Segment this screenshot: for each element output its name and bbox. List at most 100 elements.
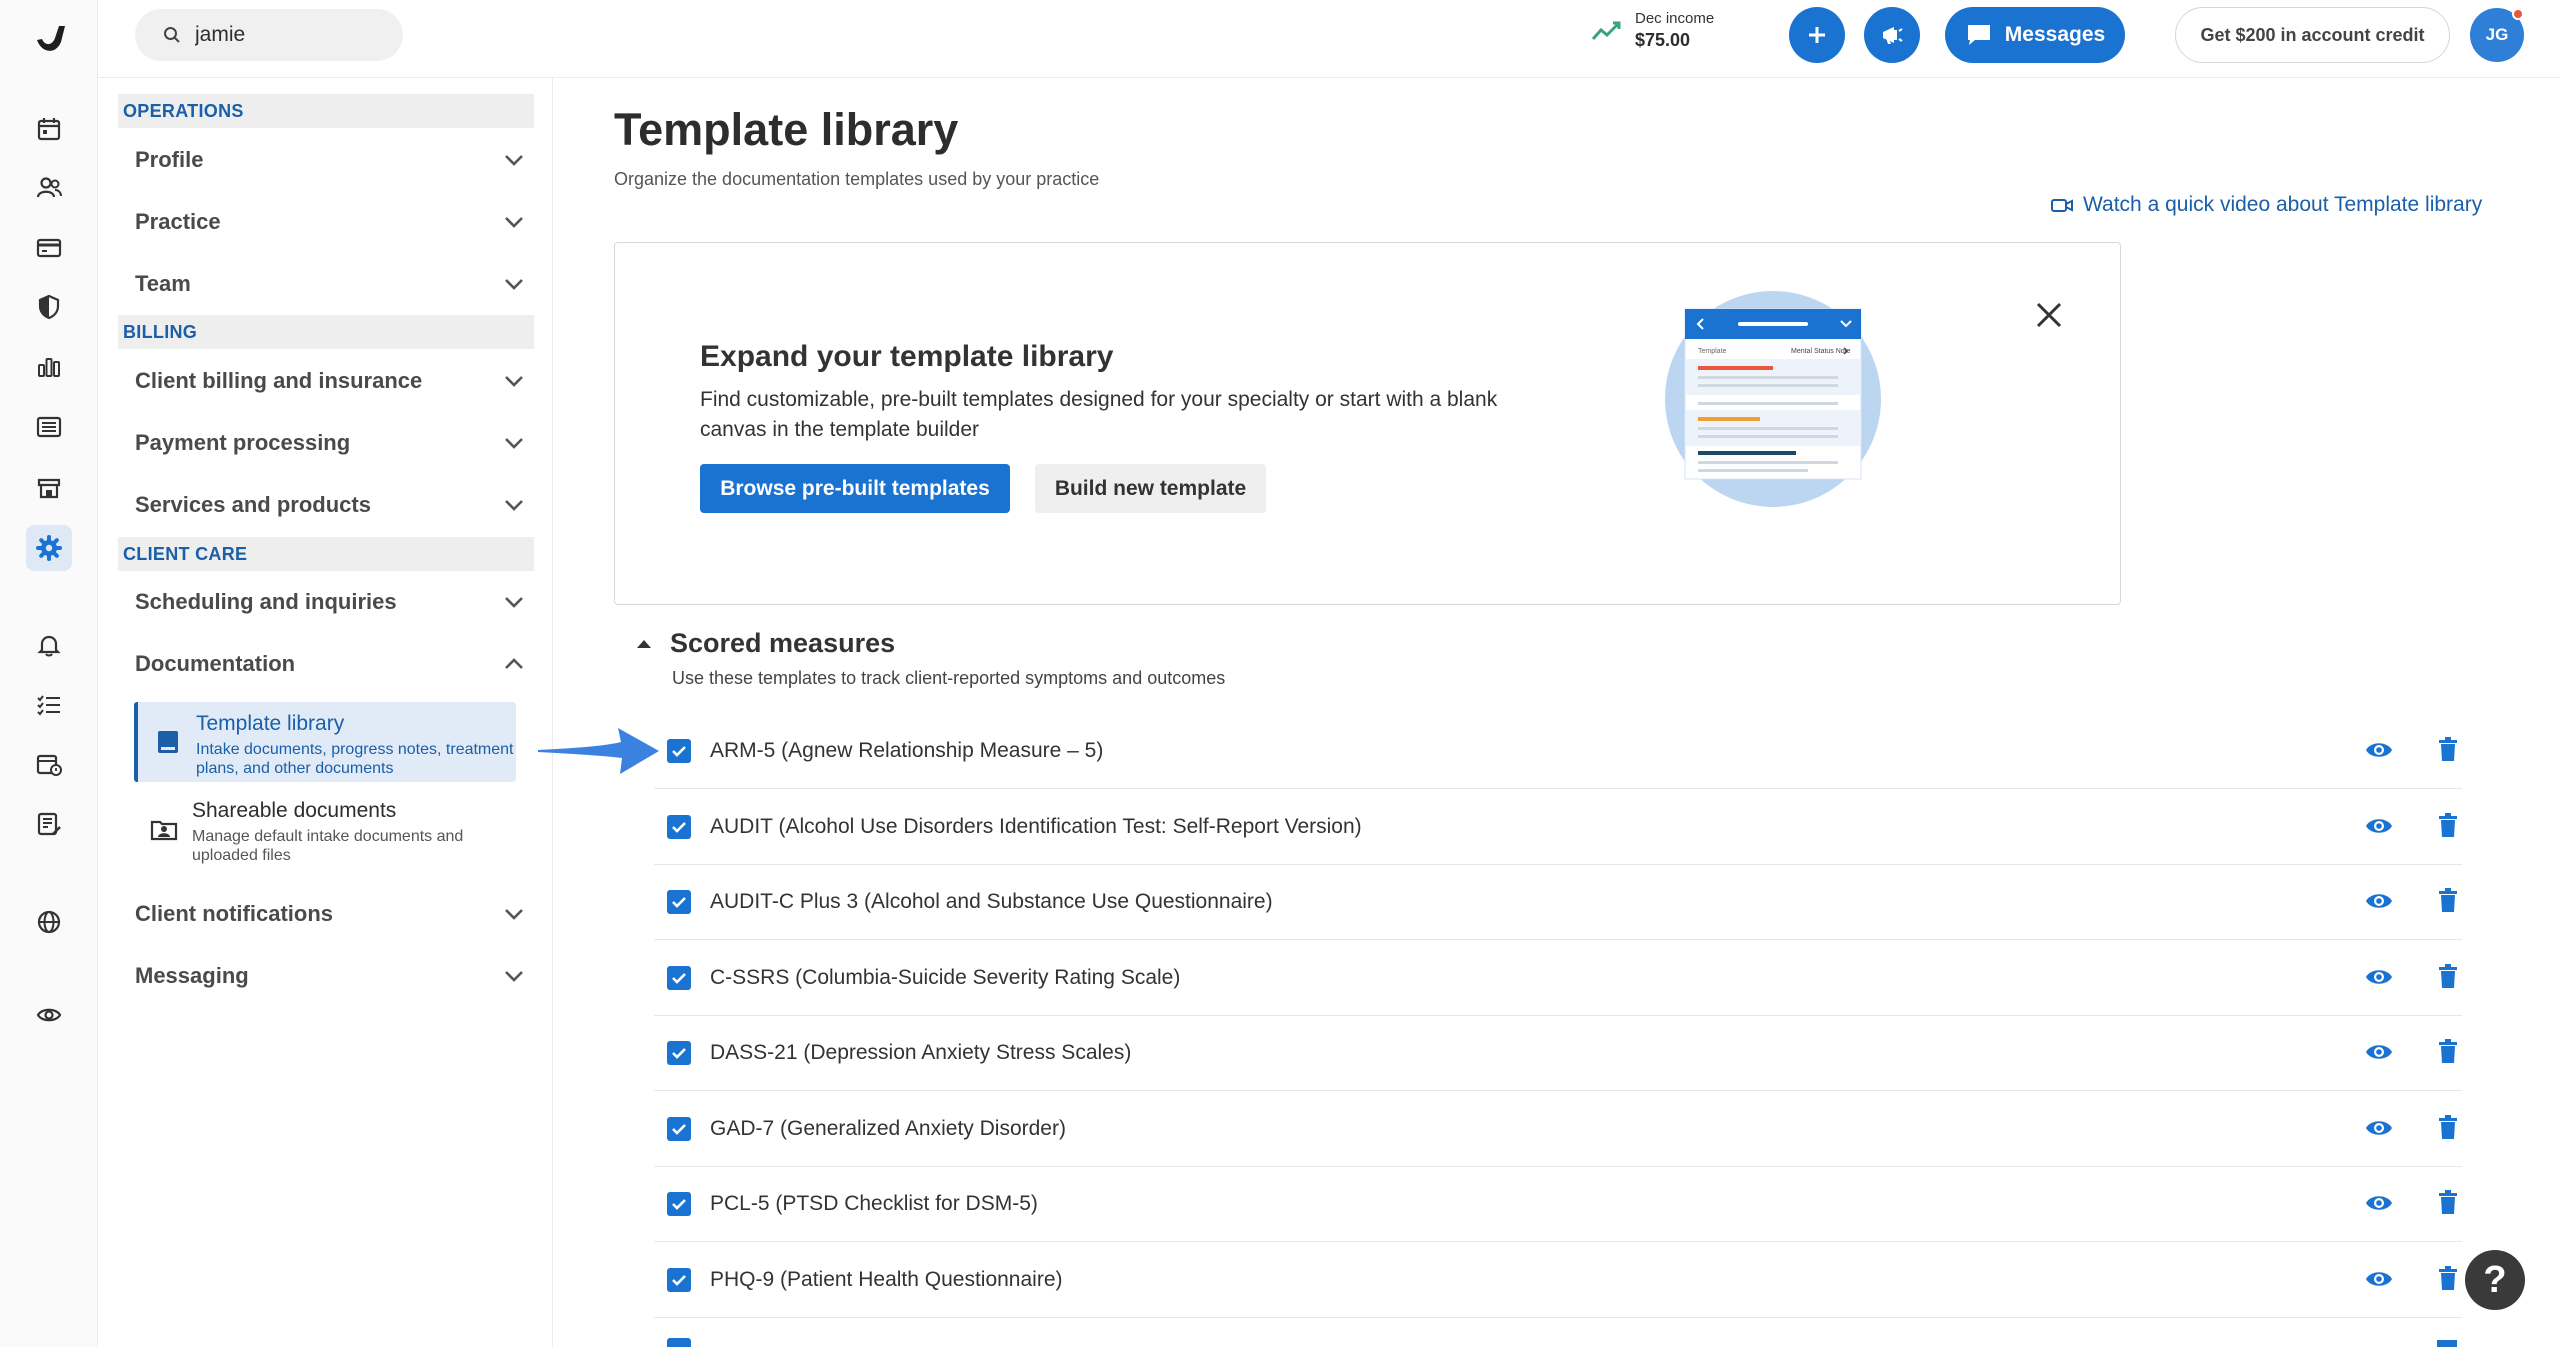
settings-gear-icon[interactable] — [26, 525, 72, 571]
avatar[interactable]: JG — [2470, 8, 2524, 62]
delete-trash-icon[interactable] — [2437, 1189, 2459, 1215]
chevron-down-icon — [505, 909, 523, 920]
sidebar-item-messaging[interactable]: Messaging — [135, 956, 525, 996]
sidebar-item-label: Profile — [135, 147, 204, 172]
search-box[interactable] — [135, 9, 403, 61]
delete-trash-icon[interactable] — [2437, 963, 2459, 989]
template-checkbox[interactable] — [667, 1041, 691, 1065]
search-input[interactable] — [195, 23, 395, 47]
delete-trash-icon[interactable] — [2437, 812, 2459, 838]
globe-icon[interactable] — [26, 899, 72, 945]
template-name: C-SSRS (Columbia-Suicide Severity Rating… — [710, 965, 1181, 989]
chat-bubble-icon — [1967, 25, 1990, 45]
promo-title: Expand your template library — [700, 340, 1114, 373]
help-button[interactable]: ? — [2465, 1250, 2525, 1310]
template-name: PCL-5 (PTSD Checklist for DSM-5) — [710, 1192, 1038, 1215]
avatar-initials: JG — [2485, 25, 2509, 44]
sidebar-item-documentation[interactable]: Documentation — [135, 644, 525, 684]
sidebar-subitem-title: Template library — [196, 712, 345, 735]
megaphone-icon — [1883, 27, 1903, 44]
scored-measures-title: Scored measures — [670, 628, 896, 658]
template-checkbox[interactable] — [667, 1192, 691, 1216]
preview-eye-icon[interactable] — [2365, 1118, 2393, 1138]
template-checkbox[interactable] — [667, 1267, 691, 1292]
sidebar-item-client-notifications[interactable]: Client notifications — [135, 894, 525, 934]
preview-eye-icon[interactable] — [2365, 1193, 2393, 1213]
analytics-icon[interactable] — [26, 344, 72, 390]
template-row: DASS-21 (Depression Anxiety Stress Scale… — [654, 1016, 2462, 1091]
illus-col2: Mental Status Note — [1791, 348, 1851, 355]
template-row: AUDIT (Alcohol Use Disorders Identificat… — [654, 790, 2462, 865]
app-logo-icon[interactable] — [33, 22, 67, 56]
sidebar-item-practice[interactable]: Practice — [135, 202, 525, 242]
sidebar-item-scheduling[interactable]: Scheduling and inquiries — [135, 582, 525, 622]
preview-eye-icon[interactable] — [2365, 816, 2393, 836]
sidebar-item-label: Services and products — [135, 492, 371, 517]
checkmark-icon — [672, 746, 686, 757]
sidebar-item-services-products[interactable]: Services and products — [135, 485, 525, 525]
list-icon[interactable] — [26, 404, 72, 450]
marketplace-icon[interactable] — [26, 465, 72, 511]
income-summary[interactable]: Dec income $75.00 — [1591, 10, 1714, 51]
sidebar-item-team[interactable]: Team — [135, 264, 525, 304]
delete-trash-icon[interactable] — [2437, 1038, 2459, 1064]
messages-button[interactable]: Messages — [1945, 7, 2125, 63]
sidebar-item-profile[interactable]: Profile — [135, 140, 525, 180]
template-name: PHQ-9 (Patient Health Questionnaire) — [710, 1267, 1063, 1291]
sidebar-item-label: Team — [135, 271, 191, 296]
preview-eye-icon[interactable] — [2365, 740, 2393, 760]
build-template-button[interactable]: Build new template — [1035, 464, 1266, 513]
close-icon[interactable] — [2033, 299, 2065, 331]
search-icon — [164, 27, 180, 43]
template-checkbox[interactable] — [667, 965, 691, 990]
add-button[interactable] — [1789, 7, 1845, 63]
delete-trash-icon[interactable] — [2437, 1265, 2459, 1291]
sidebar-item-label: Documentation — [135, 651, 296, 676]
trash-partial-icon[interactable] — [2437, 1340, 2457, 1347]
template-name: AUDIT-C Plus 3 (Alcohol and Substance Us… — [710, 890, 1273, 913]
notes-icon[interactable] — [26, 801, 72, 847]
chevron-down-icon — [505, 279, 523, 290]
promo-card: Expand your template library Find custom… — [614, 242, 2121, 605]
clients-icon[interactable] — [26, 165, 72, 211]
delete-trash-icon[interactable] — [2437, 887, 2459, 913]
appointment-icon[interactable] — [26, 741, 72, 787]
sidebar-subitem-shareable-documents[interactable]: Shareable documents Manage default intak… — [134, 789, 516, 869]
checkmark-icon — [672, 821, 686, 833]
template-checkbox[interactable] — [667, 814, 691, 839]
template-name: AUDIT (Alcohol Use Disorders Identificat… — [710, 814, 1362, 838]
template-checkbox[interactable] — [667, 1116, 691, 1141]
checkmark-icon — [672, 1048, 686, 1059]
sidebar-item-payment-processing[interactable]: Payment processing — [135, 423, 525, 463]
browse-templates-button[interactable]: Browse pre-built templates — [700, 464, 1010, 513]
sidebar-subitem-template-library[interactable]: Template library Intake documents, progr… — [134, 702, 516, 782]
tasks-icon[interactable] — [26, 682, 72, 728]
preview-eye-icon[interactable] — [2365, 891, 2393, 911]
template-checkbox[interactable] — [667, 890, 691, 914]
shield-icon[interactable] — [26, 284, 72, 330]
calendar-icon[interactable] — [26, 106, 72, 152]
chevron-down-icon — [505, 971, 523, 982]
watch-video-link[interactable]: Watch a quick video about Template libra… — [2051, 193, 2482, 217]
checkbox-partial[interactable] — [667, 1338, 691, 1347]
shared-folder-icon — [150, 820, 178, 841]
eye-icon[interactable] — [26, 992, 72, 1038]
checkmark-icon — [672, 1123, 686, 1135]
delete-trash-icon[interactable] — [2437, 1114, 2459, 1140]
template-row: ARM-5 (Agnew Relationship Measure – 5) — [654, 714, 2462, 789]
bell-icon[interactable] — [26, 622, 72, 668]
sidebar-item-client-billing[interactable]: Client billing and insurance — [135, 361, 525, 401]
preview-eye-icon[interactable] — [2365, 1042, 2393, 1062]
sidebar-subitem-desc: Intake documents, progress notes, treatm… — [196, 741, 514, 777]
billing-card-icon[interactable] — [26, 225, 72, 271]
announcements-button[interactable] — [1864, 7, 1920, 63]
preview-eye-icon[interactable] — [2365, 1269, 2393, 1289]
promo-description: Find customizable, pre-built templates d… — [700, 388, 1498, 441]
account-credit-button[interactable]: Get $200 in account credit — [2175, 7, 2450, 63]
template-row: C-SSRS (Columbia-Suicide Severity Rating… — [654, 941, 2462, 1016]
delete-trash-icon[interactable] — [2437, 736, 2459, 762]
sidebar-item-label: Practice — [135, 209, 221, 234]
template-checkbox[interactable] — [667, 739, 691, 763]
preview-eye-icon[interactable] — [2365, 967, 2393, 987]
scored-measures-toggle[interactable]: Scored measures — [636, 628, 895, 659]
